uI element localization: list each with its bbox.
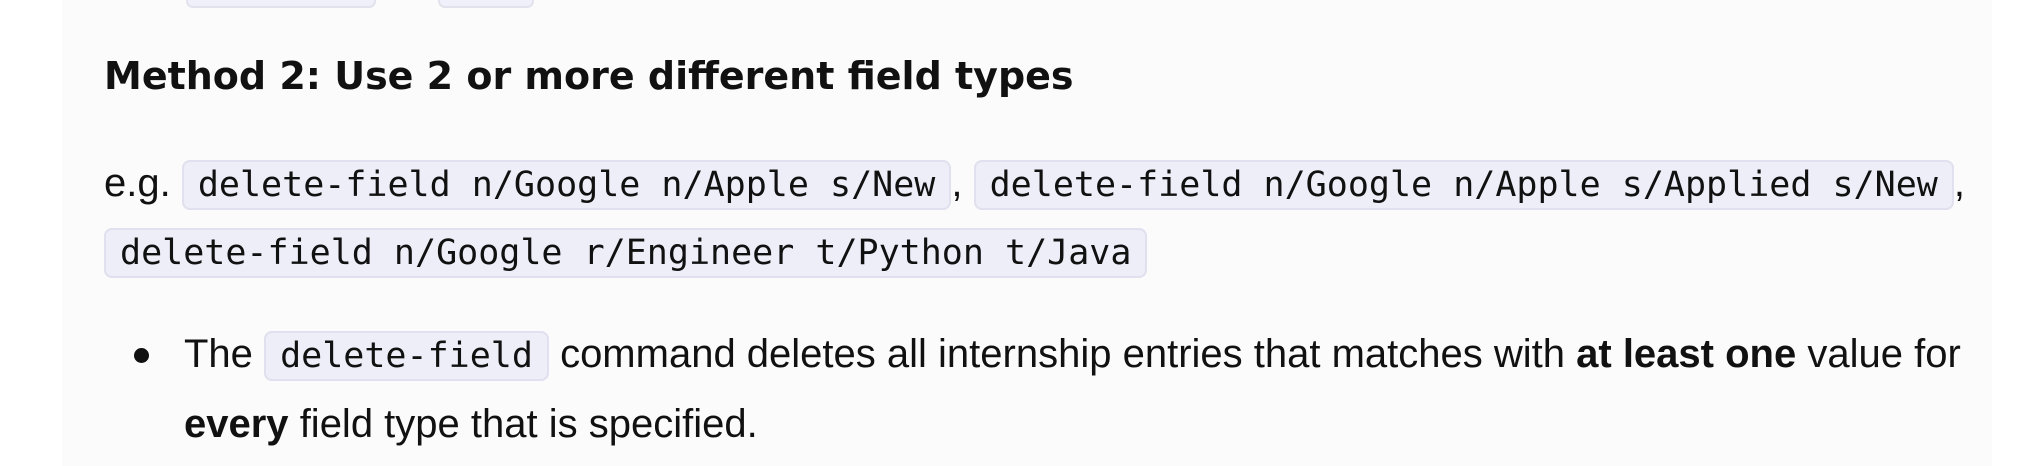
previous-content-fragments bbox=[62, 0, 1992, 8]
clipped-code-fragment bbox=[186, 0, 376, 8]
notes-list: The delete-field command deletes all int… bbox=[104, 320, 1984, 458]
example-separator: , bbox=[1953, 161, 1965, 205]
example-prefix: e.g. bbox=[104, 161, 171, 205]
example-paragraph: e.g. delete-field n/Google n/Apple s/New… bbox=[104, 150, 1994, 286]
page: Method 2: Use 2 or more different field … bbox=[0, 0, 2040, 466]
example-command-3: delete-field n/Google r/Engineer t/Pytho… bbox=[104, 228, 1148, 278]
bullet-text: field type that is specified. bbox=[299, 402, 758, 446]
emphasis-text: at least one bbox=[1576, 332, 1797, 376]
command-code: delete-field bbox=[264, 331, 549, 381]
bullet-dot-icon bbox=[134, 348, 149, 363]
bullet-text: The bbox=[184, 332, 253, 376]
content-panel: Method 2: Use 2 or more different field … bbox=[62, 0, 1992, 466]
example-command-2: delete-field n/Google n/Apple s/Applied … bbox=[973, 160, 1954, 210]
section-heading: Method 2: Use 2 or more different field … bbox=[104, 54, 1074, 98]
emphasis-text: every bbox=[184, 402, 289, 446]
clipped-code-fragment bbox=[438, 0, 534, 8]
list-item: The delete-field command deletes all int… bbox=[104, 320, 1984, 458]
bullet-text: command deletes all internship entries t… bbox=[560, 332, 1566, 376]
example-command-1: delete-field n/Google n/Apple s/New bbox=[181, 160, 952, 210]
example-separator: , bbox=[951, 161, 963, 205]
bullet-text: value for bbox=[1807, 332, 1961, 376]
